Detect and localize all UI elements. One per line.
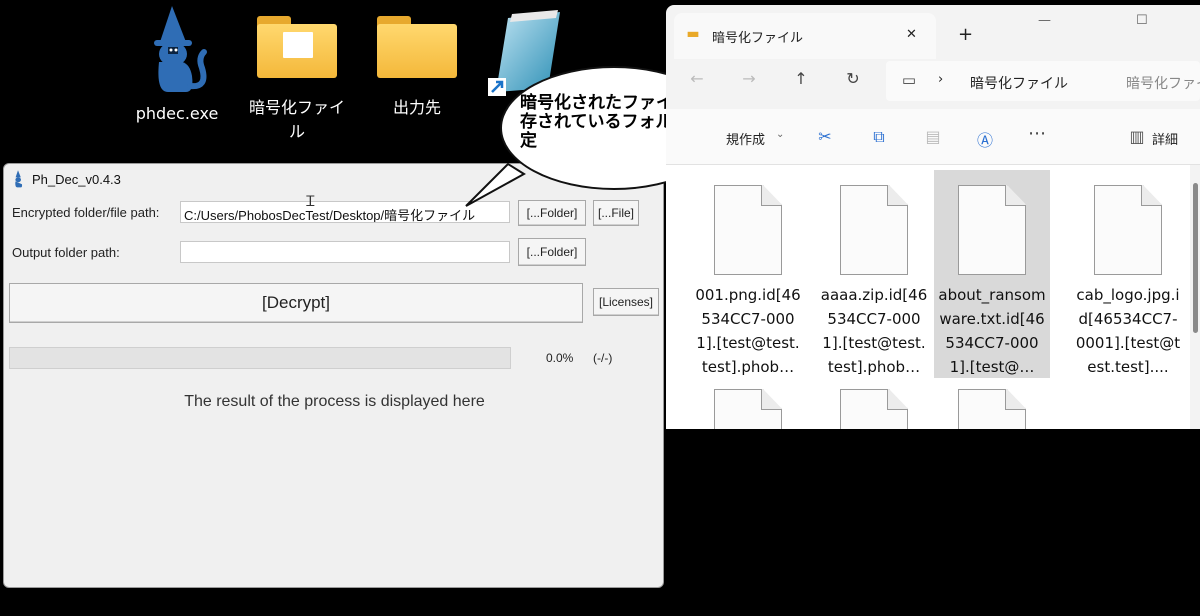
details-button[interactable]: 詳細: [1152, 129, 1178, 148]
file-icon: [958, 389, 1026, 429]
file-icon: [714, 389, 782, 429]
file-list: 001.png.id[46534CC7-0001].[test@test.tes…: [666, 165, 1200, 429]
file-item-selected[interactable]: about_ransomware.txt.id[46534CC7-0001].[…: [934, 170, 1050, 378]
file-icon: [840, 185, 908, 275]
decrypt-button[interactable]: [Decrypt]: [9, 283, 583, 323]
folder-icon: [257, 16, 337, 78]
address-bar[interactable]: ▭ › 暗号化ファイル 暗号化ファイル: [886, 61, 1200, 101]
breadcrumb-separator-icon: ›: [938, 72, 944, 87]
file-item[interactable]: cab_logo.jpg.id[46534CC7-0001].[test@tes…: [1070, 175, 1186, 383]
wizard-cat-icon: [154, 6, 207, 92]
refresh-icon[interactable]: ↻: [842, 69, 864, 88]
wizard-cat-icon: [15, 170, 23, 188]
folder-icon: [377, 16, 457, 78]
details-pane-icon: ▥: [1129, 127, 1145, 146]
file-item[interactable]: [816, 379, 932, 429]
progress-count: (-/-): [593, 351, 613, 365]
licenses-button[interactable]: [Licenses]: [593, 288, 659, 316]
desktop-icon-encrypted-folder[interactable]: 暗号化ファイル: [242, 16, 352, 142]
result-text: The result of the process is displayed h…: [184, 393, 485, 410]
encrypted-path-label: Encrypted folder/file path:: [12, 205, 160, 220]
phdec-window: Ph_Dec_v0.4.3 Encrypted folder/file path…: [3, 163, 664, 588]
tab-encrypted-folder[interactable]: ▬ 暗号化ファイル ✕: [674, 13, 936, 59]
file-explorer-window: ▬ 暗号化ファイル ✕ + — ☐ ← → ↑ ↻ ▭ › 暗号化ファイル 暗号…: [666, 5, 1200, 429]
file-icon: [840, 389, 908, 429]
desktop-icon-label: 出力先: [392, 98, 441, 117]
select-folder-button[interactable]: [...Folder]: [518, 200, 586, 226]
scrollbar[interactable]: [1190, 165, 1200, 429]
window-title: Ph_Dec_v0.4.3: [32, 171, 121, 187]
progress-bar: [9, 347, 511, 369]
file-item[interactable]: [934, 379, 1050, 429]
file-name: 001.png.id[46534CC7-0001].[test@test.tes…: [695, 286, 801, 376]
file-item[interactable]: 001.png.id[46534CC7-0001].[test@test.tes…: [690, 175, 806, 383]
file-name: cab_logo.jpg.id[46534CC7-0001].[test@tes…: [1075, 286, 1181, 376]
file-name: about_ransomware.txt.id[46534CC7-0001].[…: [938, 286, 1046, 376]
desktop-icon-phdec[interactable]: phdec.exe: [122, 6, 232, 123]
minimize-icon[interactable]: —: [1038, 13, 1051, 28]
output-path-input[interactable]: [180, 241, 510, 263]
up-arrow-icon[interactable]: ↑: [790, 69, 812, 88]
file-icon: [714, 185, 782, 275]
computer-icon: ▭: [901, 71, 917, 89]
file-item[interactable]: [690, 379, 806, 429]
close-icon[interactable]: ✕: [906, 27, 917, 42]
folder-icon: ▬: [686, 26, 700, 42]
file-item[interactable]: aaaa.zip.id[46534CC7-0001].[test@test.te…: [816, 175, 932, 383]
paste-icon[interactable]: ▤: [922, 127, 944, 146]
tab-title: 暗号化ファイル: [712, 31, 804, 46]
desktop-icon-label: phdec.exe: [135, 104, 219, 123]
chevron-down-icon[interactable]: ⌄: [776, 129, 784, 140]
desktop: phdec.exe 暗号化ファイル 出力先 Ph_Dec_v0.4.3 Encr…: [0, 0, 1200, 616]
progress-percent: 0.0%: [546, 351, 574, 365]
text-cursor-icon: Ꮖ: [306, 194, 316, 210]
back-arrow-icon[interactable]: ←: [686, 69, 708, 88]
output-path-label: Output folder path:: [12, 245, 120, 260]
select-file-button[interactable]: [...File]: [593, 200, 639, 226]
desktop-icon-label: 暗号化ファイル: [248, 98, 345, 141]
copy-icon[interactable]: ⧉: [868, 127, 890, 147]
command-bar: 規作成 ⌄ ✂ ⧉ ▤ Ⓐ ⋯ ▥ 詳細: [666, 109, 1200, 165]
new-tab-icon[interactable]: +: [958, 24, 973, 45]
address-right-text: 暗号化ファイル: [1126, 76, 1200, 92]
select-output-folder-button[interactable]: [...Folder]: [518, 238, 586, 266]
file-icon: [1094, 185, 1162, 275]
desktop-icon-output-folder[interactable]: 出力先: [362, 16, 472, 118]
more-options-icon[interactable]: ⋯: [1026, 123, 1048, 144]
callout-pointer: [465, 162, 526, 207]
rename-icon[interactable]: Ⓐ: [974, 127, 996, 151]
file-name: aaaa.zip.id[46534CC7-0001].[test@test.te…: [820, 286, 928, 376]
scrollbar-thumb[interactable]: [1193, 183, 1198, 333]
new-button[interactable]: 規作成: [726, 129, 765, 148]
file-icon: [958, 185, 1026, 275]
forward-arrow-icon[interactable]: →: [738, 69, 760, 88]
cut-icon[interactable]: ✂: [814, 127, 836, 146]
breadcrumb[interactable]: 暗号化ファイル: [970, 73, 1068, 93]
maximize-icon[interactable]: ☐: [1136, 13, 1148, 28]
